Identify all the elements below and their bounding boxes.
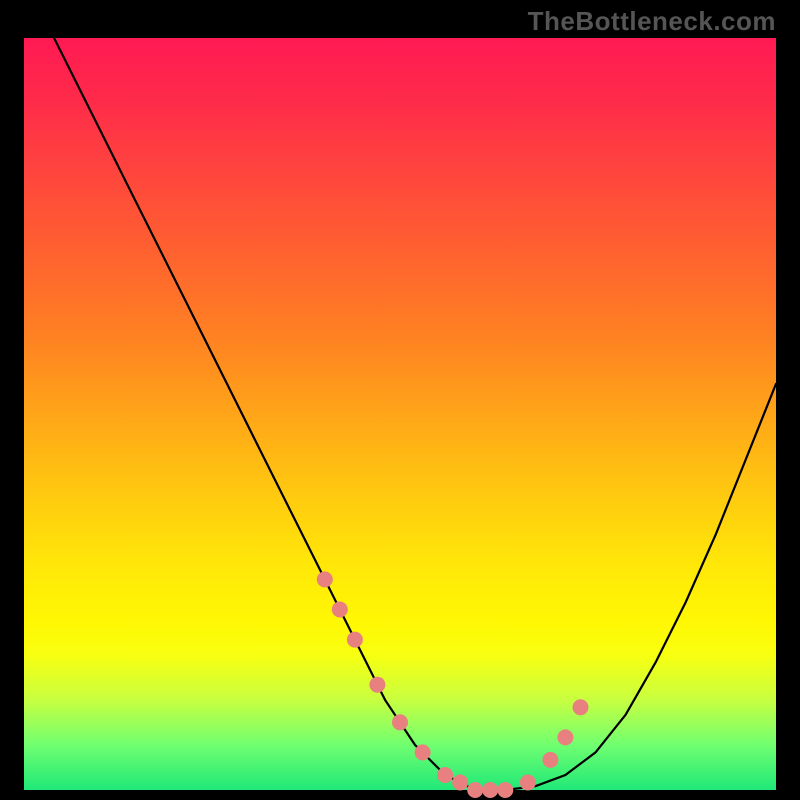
marker-dot [557,729,573,745]
marker-dot [392,714,408,730]
marker-dot [317,571,333,587]
marker-dot [347,632,363,648]
marker-dot [573,699,589,715]
watermark-text: TheBottleneck.com [528,6,776,37]
highlight-markers [317,571,589,798]
bottleneck-curve [54,38,776,790]
marker-dot [520,775,536,791]
marker-dot [415,744,431,760]
marker-dot [482,782,498,798]
marker-dot [452,775,468,791]
chart-frame: TheBottleneck.com [0,0,800,800]
marker-dot [497,782,513,798]
marker-dot [467,782,483,798]
marker-dot [332,602,348,618]
curve-layer [24,38,776,790]
marker-dot [369,677,385,693]
marker-dot [437,767,453,783]
marker-dot [542,752,558,768]
